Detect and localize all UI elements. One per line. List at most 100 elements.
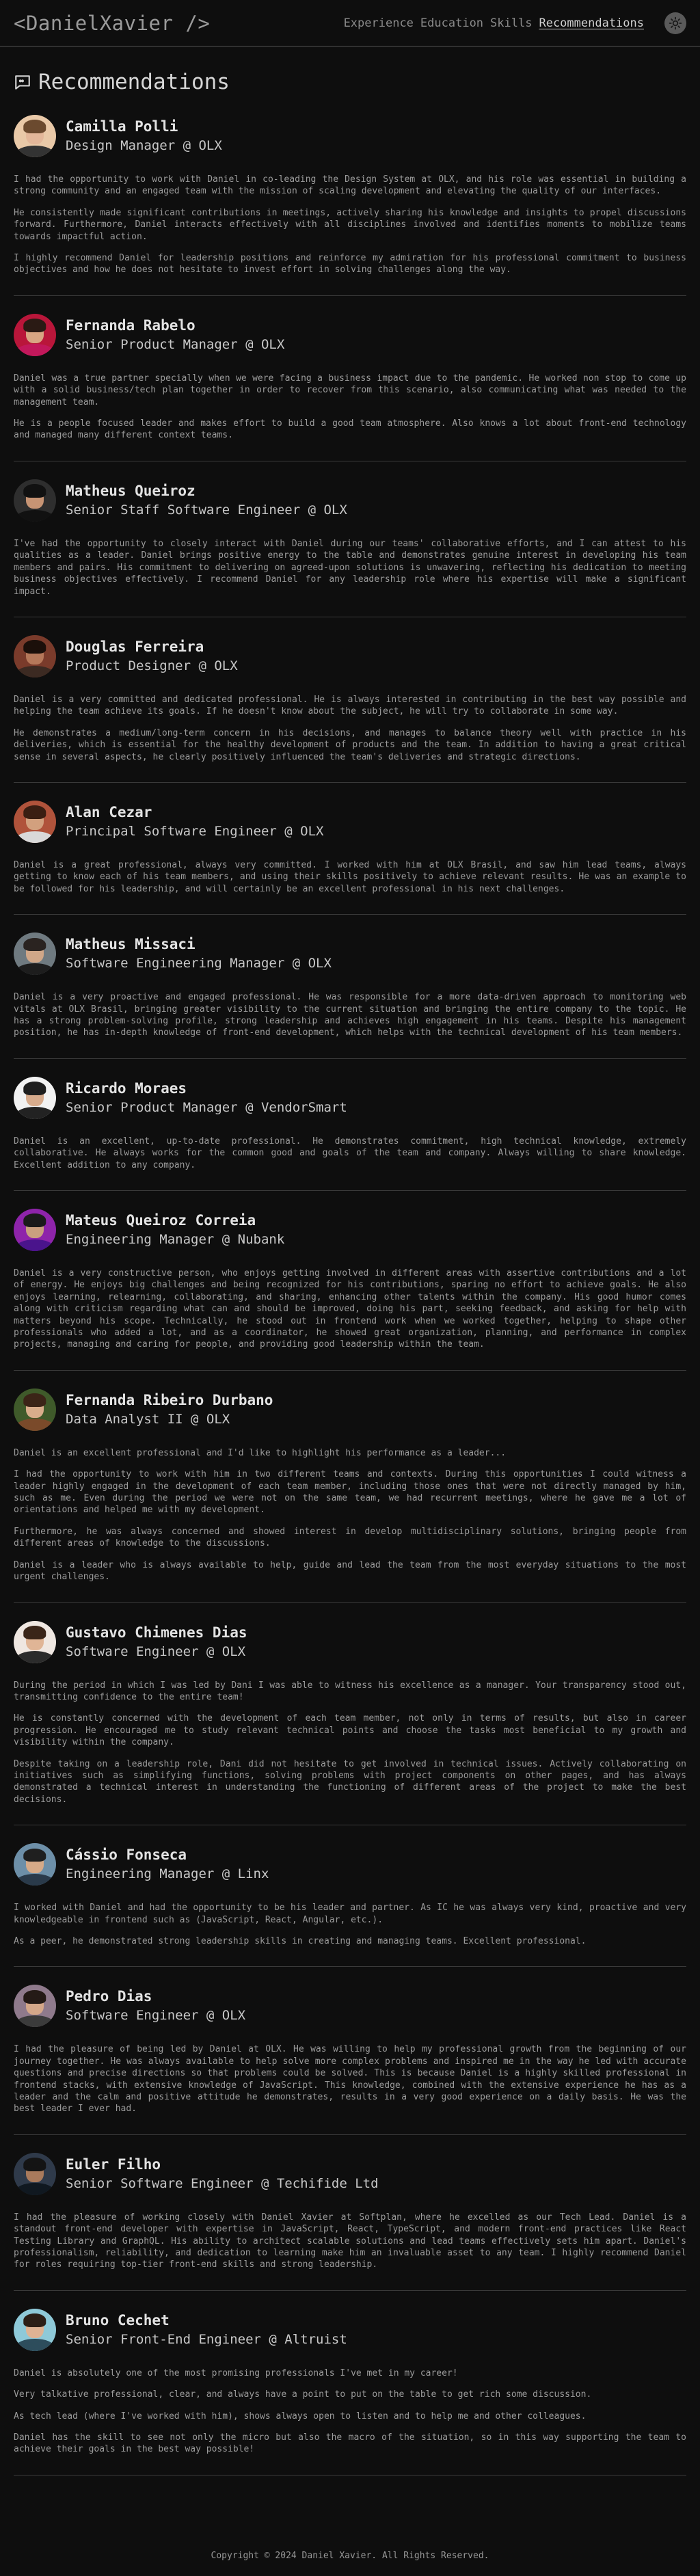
recommender-role: Design Manager @ OLX [66, 138, 222, 153]
recommender-info: Fernanda Rabelo Senior Product Manager @ … [66, 316, 284, 354]
recommender-role: Software Engineer @ OLX [66, 1643, 246, 1659]
page-title: Recommendations [38, 70, 230, 94]
recommendation-card: Alan Cezar Principal Software Engineer @ … [14, 783, 686, 915]
avatar-shirt [16, 1419, 54, 1431]
avatar-hair [23, 1213, 46, 1228]
recommendation-card: Pedro Dias Software Engineer @ OLX I had t… [14, 1967, 686, 2135]
main-content: Recommendations Camilla Polli Design Mana… [0, 67, 700, 2561]
avatar-shirt [16, 1107, 54, 1119]
site-footer: Copyright © 2024 Daniel Xavier. All Righ… [14, 2551, 686, 2561]
recommendation-text: I had the opportunity to work with Danie… [14, 174, 686, 197]
main-nav: Experience Education Skills Recommendati… [337, 12, 686, 34]
message-square-icon [15, 75, 30, 90]
recommendation-text: I had the pleasure of being led by Danie… [14, 2044, 686, 2115]
recommender-name: Matheus Missaci [66, 936, 196, 953]
recommendation-text: During the period in which I was led by … [14, 1680, 686, 1702]
avatar [14, 1843, 56, 1886]
recommendation-card: Fernanda Ribeiro Durbano Data Analyst II … [14, 1371, 686, 1603]
avatar [14, 933, 56, 976]
recommendation-text: Daniel is a great professional, always v… [14, 859, 686, 894]
recommender-name: Bruno Cechet [66, 2311, 170, 2329]
avatar [14, 115, 56, 157]
recommendation-card: Bruno Cechet Senior Front-End Engineer @ … [14, 2291, 686, 2476]
avatar-hair [23, 120, 46, 134]
recommendation-header: Euler Filho Senior Software Engineer @ Te… [14, 2152, 686, 2195]
recommender-info: Douglas Ferreira Product Designer @ OLX [66, 637, 238, 675]
recommendation-text: I had the opportunity to work with him i… [14, 1469, 686, 1516]
site-header: <DanielXavier /> Experience Education Sk… [0, 0, 700, 46]
site-logo[interactable]: <DanielXavier /> [14, 12, 210, 35]
recommendation-text: Daniel is a leader who is always availab… [14, 1559, 686, 1583]
recommender-role: Data Analyst II @ OLX [66, 1411, 230, 1427]
recommender-info: Mateus Queiroz Correia Engineering Manage… [66, 1211, 284, 1249]
recommender-name: Douglas Ferreira [66, 638, 204, 655]
recommendation-header: Mateus Queiroz Correia Engineering Manage… [14, 1209, 686, 1251]
recommendation-header: Matheus Queiroz Senior Staff Software Eng… [14, 479, 686, 522]
recommender-info: Ricardo Moraes Senior Product Manager @ V… [66, 1079, 347, 1117]
recommendation-card: Fernanda Rabelo Senior Product Manager @ … [14, 296, 686, 461]
recommendation-text: He is a people focused leader and makes … [14, 418, 686, 441]
recommender-info: Fernanda Ribeiro Durbano Data Analyst II … [66, 1391, 273, 1429]
recommendation-text: Daniel is an excellent professional and … [14, 1447, 507, 1458]
recommendation-text: I had the pleasure of working closely wi… [14, 2212, 686, 2270]
recommender-role: Engineering Manager @ Linx [66, 1866, 269, 1882]
recommendation-header: Pedro Dias Software Engineer @ OLX [14, 1985, 686, 2028]
recommendations-list: Camilla Polli Design Manager @ OLX I had t… [14, 97, 686, 2476]
avatar-hair [23, 1989, 46, 2004]
recommendation-card: Camilla Polli Design Manager @ OLX I had t… [14, 97, 686, 296]
recommendation-header: Ricardo Moraes Senior Product Manager @ V… [14, 1076, 686, 1119]
recommendation-text: Daniel is a very proactive and engaged p… [14, 992, 686, 1038]
recommender-role: Software Engineering Manager @ OLX [66, 956, 332, 971]
recommendation-text: I highly recommend Daniel for leadership… [14, 253, 686, 276]
recommender-role: Senior Product Manager @ OLX [66, 336, 285, 352]
recommendation-card: Mateus Queiroz Correia Engineering Manage… [14, 1191, 686, 1371]
recommender-name: Matheus Queiroz [66, 482, 196, 499]
nav-recommendations[interactable]: Recommendations [539, 16, 644, 30]
recommendation-header: Fernanda Rabelo Senior Product Manager @ … [14, 313, 686, 356]
recommender-info: Bruno Cechet Senior Front-End Engineer @ … [66, 2311, 347, 2349]
recommendation-card: Gustavo Chimenes Dias Software Engineer @… [14, 1603, 686, 1826]
avatar-shirt [16, 1239, 54, 1251]
recommendation-header: Douglas Ferreira Product Designer @ OLX [14, 634, 686, 677]
nav-education[interactable]: Education [420, 16, 483, 30]
recommendation-header: Camilla Polli Design Manager @ OLX [14, 115, 686, 157]
avatar-hair [23, 640, 46, 654]
nav-experience[interactable]: Experience [344, 16, 414, 30]
theme-toggle-button[interactable] [664, 12, 686, 34]
avatar-hair [23, 1625, 46, 1639]
section-header: Recommendations [14, 67, 686, 97]
nav-skills[interactable]: Skills [490, 16, 532, 30]
recommender-name: Camilla Polli [66, 118, 178, 135]
avatar [14, 1985, 56, 2028]
recommendation-text: He demonstrates a medium/long-term conce… [14, 727, 686, 762]
avatar [14, 313, 56, 356]
recommender-info: Gustavo Chimenes Dias Software Engineer @… [66, 1623, 247, 1661]
recommender-info: Matheus Missaci Software Engineering Mana… [66, 935, 332, 973]
recommendation-card: Cássio Fonseca Engineering Manager @ Linx… [14, 1825, 686, 1968]
recommender-role: Senior Staff Software Engineer @ OLX [66, 502, 347, 518]
recommender-name: Fernanda Rabelo [66, 317, 196, 334]
recommender-info: Euler Filho Senior Software Engineer @ Te… [66, 2155, 379, 2193]
avatar [14, 1076, 56, 1119]
recommendation-text: As a peer, he demonstrated strong leader… [14, 1935, 587, 1946]
avatar-shirt [16, 509, 54, 522]
recommender-name: Cássio Fonseca [66, 1847, 187, 1864]
avatar-shirt [16, 145, 54, 157]
recommendation-text: Daniel was a true partner specially when… [14, 373, 686, 407]
recommender-role: Product Designer @ OLX [66, 658, 238, 673]
recommendation-card: Euler Filho Senior Software Engineer @ Te… [14, 2135, 686, 2291]
recommendation-card: Douglas Ferreira Product Designer @ OLX Da… [14, 617, 686, 783]
recommendation-text: Daniel is a very committed and dedicated… [14, 694, 686, 717]
recommender-role: Software Engineer @ OLX [66, 2008, 246, 2024]
recommender-name: Mateus Queiroz Correia [66, 1212, 256, 1229]
avatar [14, 2308, 56, 2351]
avatar-hair [23, 319, 46, 333]
recommendation-text: Daniel has the skill to see not only the… [14, 2432, 686, 2455]
recommendation-text: He consistently made significant contrib… [14, 207, 686, 242]
avatar [14, 479, 56, 522]
recommender-info: Pedro Dias Software Engineer @ OLX [66, 1987, 245, 2025]
recommender-role: Senior Software Engineer @ Techifide Ltd [66, 2175, 379, 2191]
recommendation-card: Matheus Queiroz Senior Staff Software Eng… [14, 461, 686, 617]
recommendation-header: Gustavo Chimenes Dias Software Engineer @… [14, 1620, 686, 1663]
avatar-shirt [16, 2183, 54, 2195]
